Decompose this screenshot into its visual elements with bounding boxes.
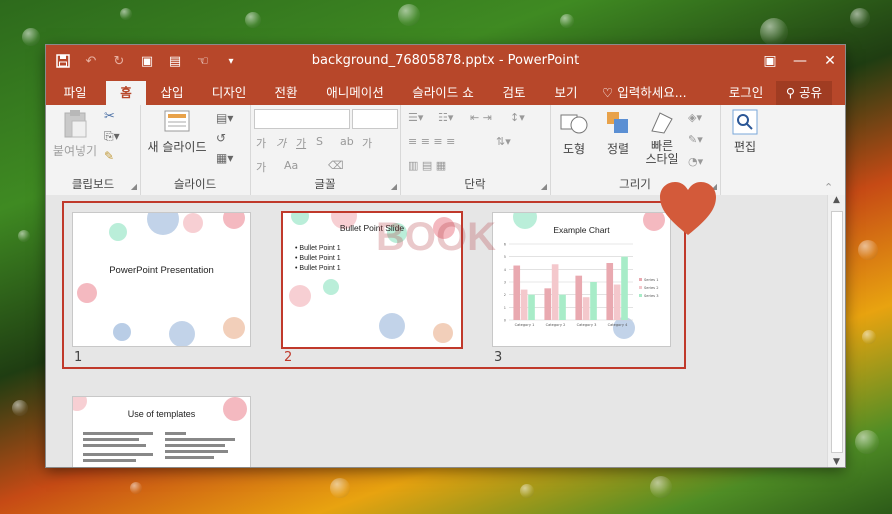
tell-me-search[interactable]: ♡ 입력하세요... <box>602 81 702 105</box>
text-direction-icon[interactable]: ⇅▾ <box>496 135 511 148</box>
shape-fill-icon[interactable]: ◈▾ <box>688 111 702 124</box>
watermark-text: BOOK <box>376 215 496 259</box>
tab-review[interactable]: 검토 <box>494 81 534 105</box>
slide-thumbnail-4[interactable]: Use of templates <box>72 396 251 467</box>
paste-label: 붙여넣기 <box>52 144 98 158</box>
quick-styles-icon <box>651 112 673 134</box>
tab-slideshow[interactable]: 슬라이드 쇼 <box>406 81 480 105</box>
clipboard-launcher-icon[interactable]: ◢ <box>131 182 137 191</box>
powerpoint-window: ↶ ↻ ▣ ▤ ☜ ▾ background_76805878.pptx - P… <box>46 45 845 467</box>
quick-styles-label: 빠른 스타일 <box>645 139 679 166</box>
new-slide-label: 새 슬라이드 <box>147 140 207 154</box>
indent-icon[interactable]: ⇤ ⇥ <box>470 111 492 124</box>
heart-icon <box>660 182 716 235</box>
editing-button[interactable]: 편집 <box>726 109 764 155</box>
collapse-ribbon-icon[interactable]: ⌃ <box>824 181 833 194</box>
tab-transitions[interactable]: 전환 <box>266 81 306 105</box>
ribbon-display-options-button[interactable]: ▣ <box>755 45 785 77</box>
ribbon-home: 붙여넣기 ✂ ⎘▾ ✎ 클립보드 ◢ 새 슬라이드 ▤▾ ↺ ▦▾ 슬라이드 가… <box>46 105 845 196</box>
line-spacing-icon[interactable]: ↕▾ <box>510 111 525 124</box>
slide-4-right-column <box>165 429 235 462</box>
group-editing: 편집 <box>720 105 770 195</box>
tab-animations[interactable]: 애니메이션 <box>318 81 392 105</box>
columns-icon[interactable]: ▥ ▤ ▦ <box>408 159 446 172</box>
font-group-label: 글꼴 <box>314 177 336 191</box>
shapes-button[interactable]: 도형 <box>554 109 594 157</box>
clipboard-group-label: 클립보드 <box>71 177 115 191</box>
ribbon-tabs: 파일 홈 삽입 디자인 전환 애니메이션 슬라이드 쇼 검토 보기 ♡ 입력하세… <box>46 77 845 105</box>
scroll-thumb[interactable] <box>831 211 843 453</box>
clear-formatting-icon[interactable]: ⌫ <box>328 159 344 172</box>
font-size-combo[interactable] <box>352 109 398 129</box>
font-name-combo[interactable] <box>254 109 350 129</box>
window-controls: ▣ — ✕ <box>755 45 845 77</box>
group-slides: 새 슬라이드 ▤▾ ↺ ▦▾ 슬라이드 <box>140 105 251 195</box>
tab-home[interactable]: 홈 <box>106 81 146 105</box>
share-button[interactable]: ⚲ 공유 <box>776 81 832 105</box>
shape-effects-icon[interactable]: ◔▾ <box>688 155 703 168</box>
slide-4-title: Use of templates <box>127 409 196 419</box>
close-button[interactable]: ✕ <box>815 45 845 77</box>
char-spacing-icon[interactable]: ab <box>340 135 354 148</box>
paragraph-launcher-icon[interactable]: ◢ <box>541 182 547 191</box>
slide-sorter: PowerPoint Presentation 1 Bullet Point S… <box>46 182 845 467</box>
paste-icon <box>64 110 87 138</box>
arrange-button[interactable]: 정렬 <box>598 109 638 157</box>
quick-styles-button[interactable]: 빠른 스타일 <box>642 109 682 166</box>
underline-button[interactable]: 가 <box>296 135 306 151</box>
person-icon: ⚲ <box>785 85 796 100</box>
group-clipboard: 붙여넣기 ✂ ⎘▾ ✎ 클립보드 ◢ <box>46 105 141 195</box>
slide-4-left-column <box>83 429 153 465</box>
new-slide-icon <box>164 110 190 132</box>
arrange-icon <box>607 112 628 133</box>
paragraph-group-label: 단락 <box>464 177 486 191</box>
arrange-label: 정렬 <box>606 142 630 156</box>
font-launcher-icon[interactable]: ◢ <box>391 182 397 191</box>
align-left-icon[interactable]: ≡ ≡ ≡ ≡ <box>408 135 455 148</box>
editing-label: 편집 <box>733 140 757 154</box>
paste-button[interactable]: 붙여넣기 <box>50 109 100 159</box>
share-label: 공유 <box>799 85 823 100</box>
slides-group-label: 슬라이드 <box>173 177 217 191</box>
shape-outline-icon[interactable]: ✎▾ <box>688 133 703 146</box>
shadow-button[interactable]: S <box>316 135 323 148</box>
shapes-icon <box>560 114 588 134</box>
signin-link[interactable]: 로그인 <box>726 81 766 105</box>
tell-me-text: 입력하세요... <box>617 85 687 100</box>
section-icon[interactable]: ▦▾ <box>216 151 233 165</box>
tab-view[interactable]: 보기 <box>546 81 586 105</box>
group-paragraph: ☰▾ ☷▾ ⇤ ⇥ ↕▾ ≡ ≡ ≡ ≡ ⇅▾ ▥ ▤ ▦ 단락 ◢ <box>400 105 551 195</box>
copy-icon[interactable]: ⎘▾ <box>104 129 120 144</box>
window-title: background_76805878.pptx - PowerPoint <box>311 53 580 68</box>
scroll-down-icon[interactable]: ▼ <box>828 457 845 467</box>
bullets-icon[interactable]: ☰▾ <box>408 111 423 124</box>
selection-highlight-box <box>62 201 686 369</box>
group-font: 가 가 가 S ab 가 가 Aa ⌫ 글꼴 ◢ <box>250 105 401 195</box>
change-case-button[interactable]: Aa <box>284 159 298 172</box>
tab-file[interactable]: 파일 <box>54 81 96 105</box>
reset-icon[interactable]: ↺ <box>216 131 226 145</box>
numbering-icon[interactable]: ☷▾ <box>438 111 453 124</box>
shapes-label: 도형 <box>562 142 586 156</box>
format-painter-icon[interactable]: ✎ <box>104 149 114 163</box>
vertical-scrollbar[interactable]: ▲ ▼ <box>827 195 845 467</box>
tab-design[interactable]: 디자인 <box>204 81 254 105</box>
scroll-up-icon[interactable]: ▲ <box>828 195 845 205</box>
lightbulb-icon: ♡ <box>602 85 614 100</box>
bold-button[interactable]: 가 <box>256 135 266 151</box>
tab-insert[interactable]: 삽입 <box>152 81 192 105</box>
cut-icon[interactable]: ✂ <box>104 109 115 124</box>
font-color-button[interactable]: 가 <box>256 159 266 175</box>
layout-icon[interactable]: ▤▾ <box>216 111 233 125</box>
minimize-button[interactable]: — <box>785 45 815 77</box>
title-bar: ↶ ↻ ▣ ▤ ☜ ▾ background_76805878.pptx - P… <box>46 45 845 77</box>
new-slide-button[interactable]: 새 슬라이드 <box>144 109 210 155</box>
italic-button[interactable]: 가 <box>276 135 286 151</box>
find-icon <box>732 109 758 135</box>
grow-font-button[interactable]: 가 <box>362 135 372 151</box>
